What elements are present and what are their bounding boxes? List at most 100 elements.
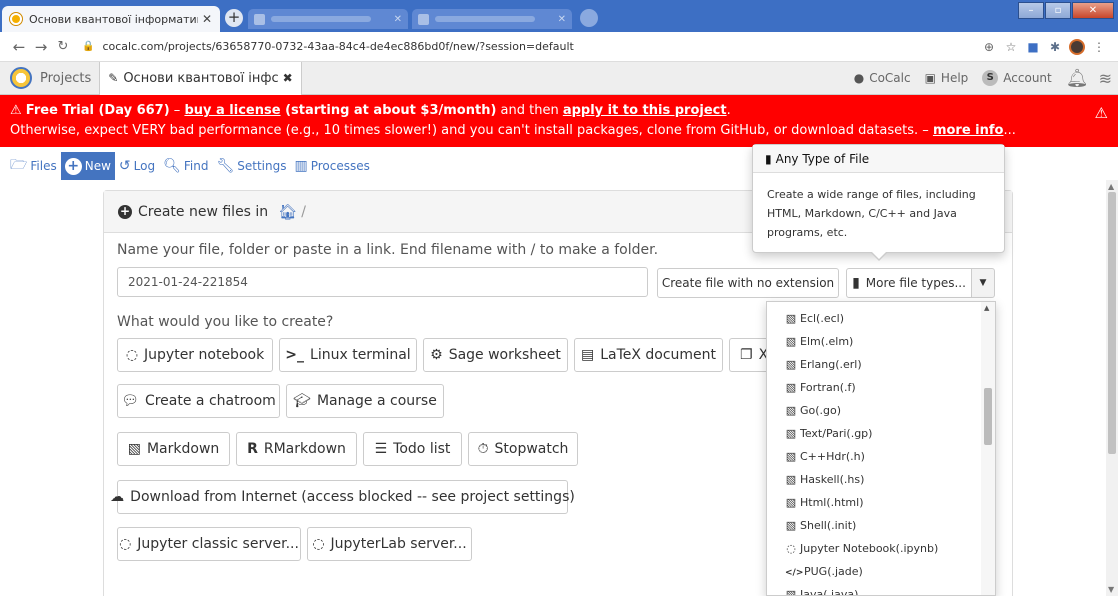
- manage-course-button[interactable]: 🎓︎ Manage a course: [286, 384, 444, 418]
- browser-tab-inactive[interactable]: ✕: [412, 9, 572, 29]
- file-type-item[interactable]: ▧ Shell(.init): [767, 514, 981, 537]
- scroll-up-icon[interactable]: ▲: [1108, 182, 1114, 191]
- download-from-internet-button[interactable]: ☁ Download from Internet (access blocked…: [110, 480, 575, 514]
- file-type-item[interactable]: ▧ Elm(.elm): [767, 330, 981, 353]
- file-type-item[interactable]: ▧ Ecl(.ecl): [767, 307, 981, 330]
- reload-icon[interactable]: ↻: [52, 39, 74, 54]
- panel-title: Create new files in: [138, 203, 269, 220]
- file-icon: ▮: [852, 275, 860, 291]
- project-tab[interactable]: ✎ Основи квантової інфс ✖: [99, 61, 302, 95]
- kebab-menu-icon[interactable]: ⋮: [1088, 40, 1110, 54]
- cocalc-info-link[interactable]: ● CoCalc: [854, 71, 911, 85]
- close-icon[interactable]: ✕: [558, 14, 566, 25]
- todo-list-button[interactable]: ☰ Todo list: [363, 432, 462, 466]
- maximize-button[interactable]: ▫: [1045, 2, 1071, 19]
- scroll-up-icon[interactable]: ▲: [984, 304, 989, 312]
- lock-icon: 🔒: [82, 41, 95, 52]
- help-link[interactable]: ▣ Help: [925, 71, 969, 85]
- scroll-down-icon[interactable]: ▼: [1108, 585, 1114, 594]
- tab-extra-icon[interactable]: [580, 9, 598, 27]
- tab-files[interactable]: 🗁 Files: [0, 152, 61, 180]
- forward-arrow-icon[interactable]: →: [30, 38, 52, 56]
- more-file-types-button[interactable]: ▮ More file types...: [846, 268, 972, 298]
- browser-tab-active[interactable]: Основи квантової інформатики ✕: [2, 6, 220, 32]
- stopwatch-label: Stopwatch: [494, 441, 569, 457]
- extension-icon[interactable]: ■: [1022, 40, 1044, 54]
- file-type-item[interactable]: ▧ Go(.go): [767, 399, 981, 422]
- star-icon[interactable]: ☆: [1000, 40, 1022, 54]
- close-icon[interactable]: ✕: [202, 12, 212, 26]
- jupyter-notebook-button[interactable]: ◌ Jupyter notebook: [117, 338, 273, 372]
- minimize-button[interactable]: –: [1018, 2, 1044, 19]
- home-icon[interactable]: 🏠︎: [278, 203, 297, 221]
- file-type-item[interactable]: ▧ Html(.html): [767, 491, 981, 514]
- new-tab-button[interactable]: +: [225, 9, 243, 27]
- tab-log[interactable]: ↺ Log: [115, 152, 159, 180]
- project-subnav: 🗁 Files + New ↺ Log 🔍︎ Find 🔧︎ Settings …: [0, 152, 374, 180]
- file-type-item[interactable]: ▧ Text/Pari(.gp): [767, 422, 981, 445]
- buy-license-link[interactable]: buy a license: [184, 103, 280, 118]
- rmarkdown-button[interactable]: R RMarkdown: [236, 432, 357, 466]
- jupyter-icon: ◌: [312, 536, 325, 552]
- blurred-tab-title: [435, 16, 535, 22]
- project-tab-label: Основи квантової інфс: [123, 70, 279, 86]
- puzzle-icon[interactable]: ✱: [1044, 40, 1066, 54]
- dropdown-scroll-thumb[interactable]: [984, 388, 992, 445]
- close-icon[interactable]: ✕: [394, 14, 402, 25]
- tab-processes[interactable]: ▥ Processes: [290, 152, 373, 180]
- tab-settings[interactable]: 🔧︎ Settings: [212, 152, 290, 180]
- file-type-item[interactable]: ◌ Jupyter Notebook(.ipynb): [767, 537, 981, 560]
- profile-avatar[interactable]: [1069, 38, 1085, 55]
- close-icon[interactable]: ✖: [283, 71, 293, 85]
- comment-icon: 💬︎: [121, 393, 139, 409]
- jupyterlab-server-button[interactable]: ◌ JupyterLab server...: [307, 527, 472, 561]
- page-scrollbar[interactable]: ▲ ▼: [1106, 180, 1118, 596]
- file-type-item[interactable]: ▧ Haskell(.hs): [767, 468, 981, 491]
- file-type-item[interactable]: ▧ Java(.java): [767, 583, 981, 595]
- back-arrow-icon[interactable]: ←: [8, 38, 30, 56]
- stopwatch-button[interactable]: ⏱︎ Stopwatch: [468, 432, 578, 466]
- pricing-text: (starting at about $3/month): [280, 103, 497, 118]
- connection-icon[interactable]: ≋: [1099, 69, 1112, 88]
- tab-new[interactable]: + New: [60, 152, 115, 180]
- more-info-link[interactable]: more info: [933, 123, 1004, 138]
- browser-tab-inactive[interactable]: ✕: [248, 9, 408, 29]
- zoom-icon[interactable]: ⊕: [978, 40, 1000, 54]
- file-type-label: Go(.go): [800, 404, 842, 417]
- create-chatroom-button[interactable]: 💬︎ Create a chatroom: [117, 384, 280, 418]
- r-icon: R: [247, 441, 258, 457]
- tab-files-label: Files: [30, 159, 57, 173]
- apply-license-link[interactable]: apply it to this project: [563, 103, 727, 118]
- file-type-item[interactable]: ▧ Erlang(.erl): [767, 353, 981, 376]
- file-type-item[interactable]: </>PUG(.jade): [767, 560, 981, 583]
- filename-input[interactable]: [117, 267, 648, 297]
- address-bar[interactable]: 🔒 cocalc.com/projects/63658770-0732-43aa…: [82, 36, 978, 58]
- file-code-icon: ▧: [785, 519, 797, 532]
- file-type-item[interactable]: ▧ Fortran(.f): [767, 376, 981, 399]
- x11-desktop-button[interactable]: ❐ X: [729, 338, 768, 372]
- jupyter-classic-server-button[interactable]: ◌ Jupyter classic server...: [117, 527, 301, 561]
- projects-link[interactable]: Projects: [38, 62, 99, 95]
- cocalc-logo-icon[interactable]: [10, 67, 32, 89]
- file-type-label: Ecl(.ecl): [800, 312, 845, 325]
- page-scroll-thumb[interactable]: [1108, 192, 1116, 454]
- account-avatar: S: [982, 70, 999, 86]
- jupyter-icon: ◌: [119, 536, 132, 552]
- file-code-icon: ▧: [785, 427, 797, 440]
- markdown-button[interactable]: ▧ Markdown: [117, 432, 230, 466]
- create-no-extension-button[interactable]: Create file with no extension: [657, 268, 839, 298]
- window-controls: – ▫ ✕: [1017, 2, 1114, 19]
- linux-terminal-button[interactable]: >_ Linux terminal: [279, 338, 417, 372]
- file-type-label: Erlang(.erl): [800, 358, 862, 371]
- processes-icon: ▥: [294, 158, 308, 174]
- more-file-types-caret[interactable]: ▼: [971, 268, 995, 298]
- sage-worksheet-button[interactable]: ⚙ Sage worksheet: [423, 338, 568, 372]
- bell-icon[interactable]: 🔔︎: [1066, 68, 1089, 89]
- file-type-item[interactable]: ▧ C++Hdr(.h): [767, 445, 981, 468]
- dropdown-scrollbar[interactable]: ▲: [981, 302, 995, 595]
- jupyterlab-server-label: JupyterLab server...: [330, 536, 467, 552]
- account-link[interactable]: S Account: [982, 70, 1052, 86]
- window-close-button[interactable]: ✕: [1072, 2, 1114, 19]
- tab-find[interactable]: 🔍︎ Find: [159, 152, 212, 180]
- latex-document-button[interactable]: ▤ LaTeX document: [574, 338, 723, 372]
